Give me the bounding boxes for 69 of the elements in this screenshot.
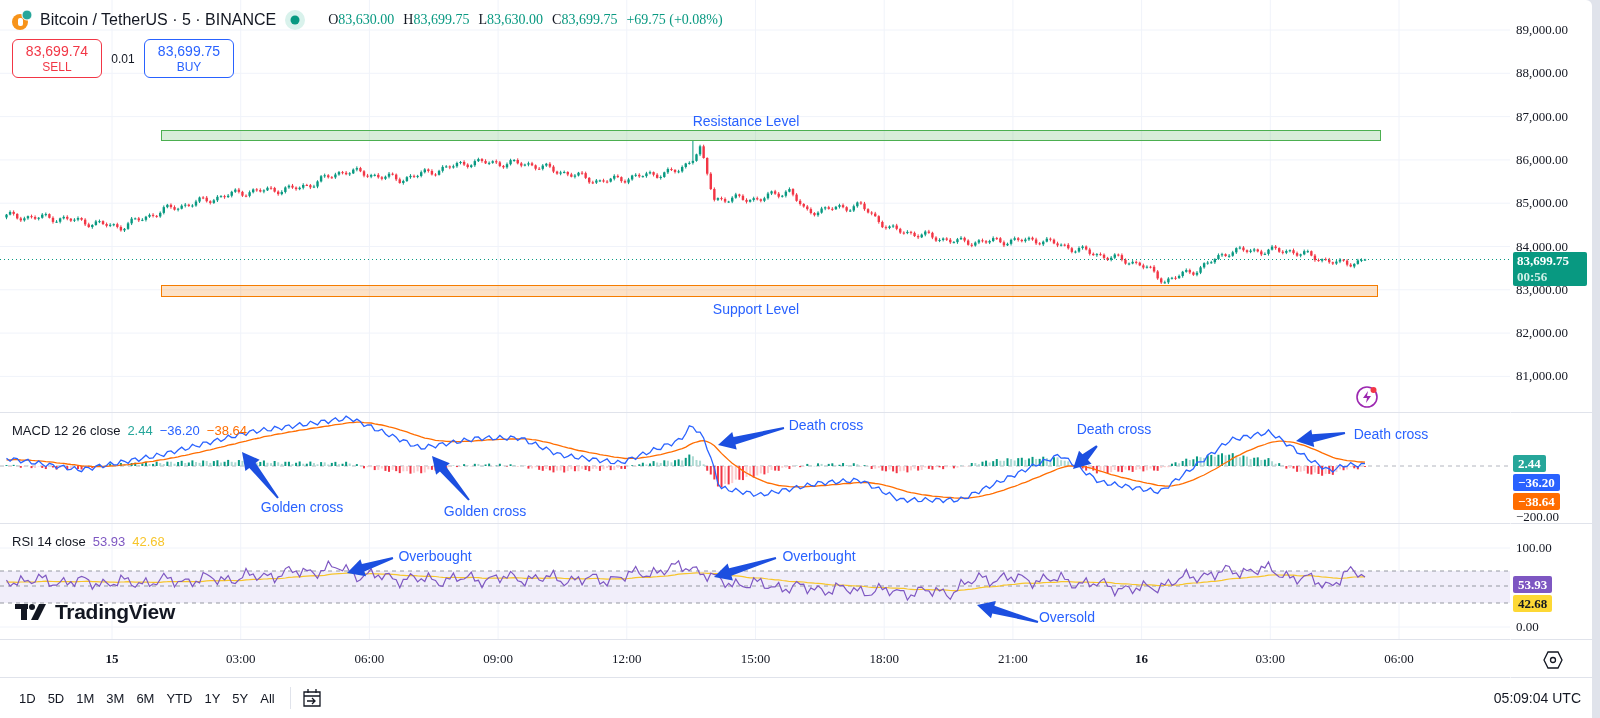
- value-badge: −38.64: [1513, 493, 1560, 510]
- value-badge: 53.93: [1513, 576, 1553, 593]
- last-price-badge: 83,699.75 00:56: [1513, 252, 1587, 286]
- time-label: 06:00: [1384, 650, 1414, 667]
- range-button[interactable]: 6M: [131, 687, 160, 709]
- axis-label: 89,000.00: [1516, 22, 1568, 38]
- range-button[interactable]: 1Y: [199, 687, 226, 709]
- quantity-label: 0.01: [110, 51, 136, 66]
- zone-label: Support Level: [712, 301, 800, 317]
- logo-wordmark: TradingView: [55, 600, 175, 624]
- range-button[interactable]: 5Y: [227, 687, 254, 709]
- indicator-value: 2.44: [127, 423, 153, 438]
- axis-label: 81,000.00: [1516, 368, 1568, 385]
- time-label: 15:00: [740, 650, 771, 667]
- time-label: 12:00: [612, 650, 642, 667]
- time-label: 21:00: [998, 650, 1028, 667]
- range-button[interactable]: 1D: [14, 687, 41, 709]
- axis-label: 84,000.00: [1516, 238, 1568, 255]
- zone-label: Resistance Level: [692, 113, 800, 129]
- ohlc-label: C: [552, 12, 562, 27]
- time-label: 18:00: [869, 650, 899, 667]
- ohlc-value: 83,630.00: [487, 12, 544, 27]
- clock-time: 05:09:04 UTC: [1493, 690, 1581, 706]
- axis-label: 82,000.00: [1516, 325, 1568, 342]
- ohlc-label: L: [478, 12, 488, 27]
- price-change: +69.75 (+0.08%): [626, 12, 723, 28]
- value-badge: −36.20: [1513, 474, 1560, 491]
- ohlc-value: 83,699.75: [413, 12, 470, 27]
- annotation-label: Overbought: [782, 548, 856, 564]
- time-label: 03:00: [225, 650, 256, 667]
- annotation-label: Golden cross: [443, 503, 527, 519]
- axis-label: 0.00: [1516, 619, 1539, 635]
- range-button[interactable]: YTD: [161, 687, 198, 709]
- range-button[interactable]: 5D: [42, 687, 70, 709]
- ohlc-value: 83,630.00: [338, 12, 395, 27]
- time-label: 09:00: [483, 650, 513, 667]
- annotation-label: Death cross: [788, 417, 864, 433]
- range-button[interactable]: 3M: [101, 687, 130, 709]
- axis-label: 85,000.00: [1516, 195, 1568, 212]
- time-label: 15: [105, 650, 119, 667]
- indicator-title: MACD 12 26 close: [12, 423, 121, 438]
- annotation-label: Oversold: [1039, 609, 1095, 625]
- axis-label: 86,000.00: [1516, 151, 1568, 168]
- range-button[interactable]: 1M: [71, 687, 100, 709]
- buy-button[interactable]: 83,699.75 BUY: [144, 39, 234, 78]
- axis-label: 87,000.00: [1516, 108, 1568, 125]
- indicator-value: −38.64: [206, 423, 247, 438]
- range-button[interactable]: All: [255, 687, 280, 709]
- time-label: 16: [1135, 650, 1149, 667]
- annotation-label: Death cross: [1076, 421, 1152, 437]
- time-label: 03:00: [1255, 650, 1286, 667]
- axis-label: −200.00: [1516, 509, 1560, 523]
- symbol-title: Bitcoin / TetherUS · 5 · BINANCE: [40, 11, 277, 29]
- value-badge: 42.68: [1513, 595, 1553, 612]
- ohlc-label: O: [328, 12, 339, 27]
- indicator-value: 42.68: [132, 534, 165, 549]
- time-label: 06:00: [354, 650, 385, 667]
- annotation-label: Overbought: [398, 548, 472, 564]
- ohlc-value: 83,699.75: [561, 12, 618, 27]
- value-badge: 2.44: [1513, 455, 1546, 472]
- sell-button[interactable]: 83,699.74 SELL: [12, 39, 102, 78]
- annotation-label: Golden cross: [260, 499, 344, 515]
- indicator-value: −36.20: [159, 423, 200, 438]
- indicator-value: 53.93: [92, 534, 126, 549]
- axis-label: 88,000.00: [1516, 65, 1568, 82]
- indicator-title: RSI 14 close: [12, 534, 86, 549]
- axis-label: 100.00: [1516, 540, 1552, 556]
- ohlc-label: H: [403, 12, 414, 27]
- annotation-label: Death cross: [1353, 426, 1429, 442]
